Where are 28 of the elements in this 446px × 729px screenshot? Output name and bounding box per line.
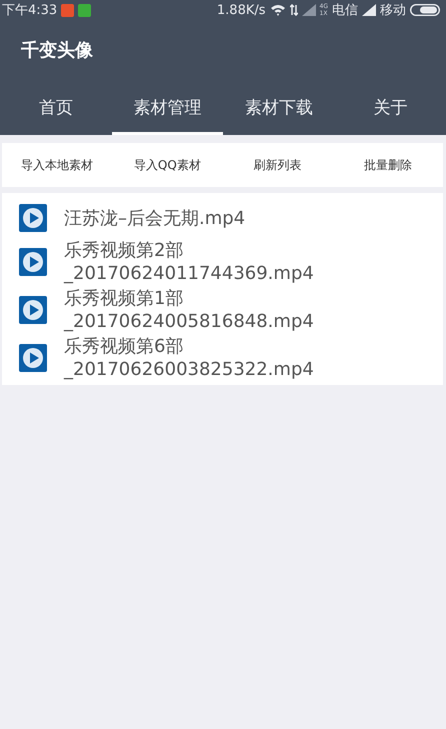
video-file-icon xyxy=(18,295,48,325)
battery-icon xyxy=(410,4,440,16)
status-time: 下午4:33 xyxy=(2,2,58,19)
nav-tab[interactable]: 素材管理 xyxy=(112,82,223,135)
action-button[interactable]: 刷新列表 xyxy=(222,156,333,174)
nav-tab[interactable]: 素材下载 xyxy=(223,82,334,135)
wifi-icon xyxy=(270,4,286,16)
file-name[interactable]: 乐秀视频第1部_20170624005816848.mp4 xyxy=(64,287,394,333)
app-notification-icon xyxy=(61,4,74,16)
video-file-icon xyxy=(18,247,48,277)
data-arrows-icon xyxy=(290,4,298,16)
action-button[interactable]: 导入QQ素材 xyxy=(112,156,222,174)
video-file-icon xyxy=(18,343,48,373)
nav-tab[interactable]: 首页 xyxy=(0,82,112,135)
signal-icon xyxy=(362,4,376,16)
signal-icon xyxy=(302,4,316,16)
file-name[interactable]: 乐秀视频第2部_20170624011744369.mp4 xyxy=(64,239,394,285)
action-button[interactable]: 导入本地素材 xyxy=(2,156,112,174)
nav-tab[interactable]: 关于 xyxy=(334,82,446,135)
carrier-name: 电信 xyxy=(332,2,358,19)
action-button[interactable]: 批量删除 xyxy=(332,156,443,174)
video-file-icon xyxy=(18,203,48,233)
app-notification-icon xyxy=(78,4,92,16)
app-title: 千变头像 xyxy=(20,39,94,63)
network-speed: 1.88K/s xyxy=(216,2,266,18)
carrier-name: 移动 xyxy=(380,2,406,19)
file-name[interactable]: 乐秀视频第6部_20170626003825322.mp4 xyxy=(64,335,394,381)
file-name[interactable]: 汪苏泷–后会无期.mp4 xyxy=(64,206,394,230)
